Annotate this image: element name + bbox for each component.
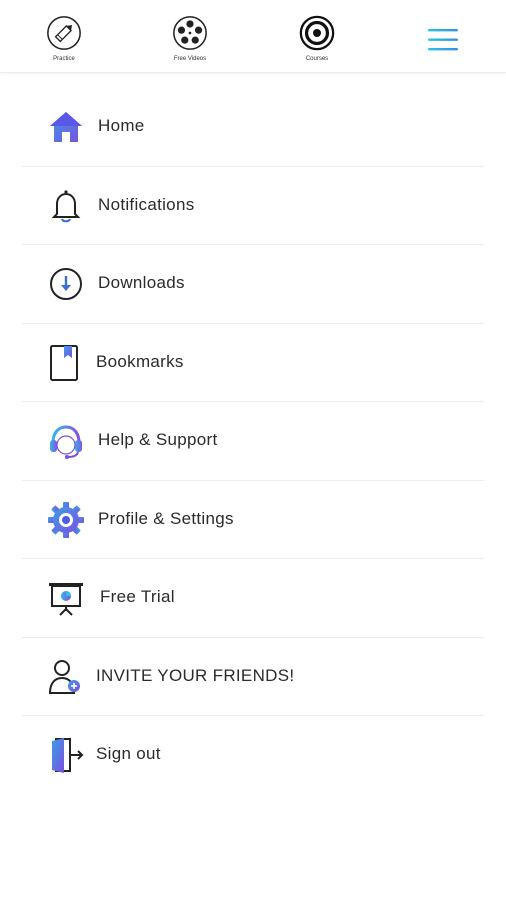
menu-item-label: INVITE YOUR FRIENDS! [96, 665, 295, 685]
menu-item-label: Downloads [98, 273, 185, 292]
menu-item-invite-friends[interactable]: INVITE YOUR FRIENDS! [0, 638, 506, 716]
menu-item-free-trial[interactable]: Free Trial [0, 559, 506, 638]
menu-item-label: Free Trial [100, 587, 175, 606]
hamburger-menu-icon[interactable] [424, 26, 462, 54]
bell-icon [51, 189, 81, 222]
tab-free-videos[interactable]: Free Videos [150, 14, 230, 63]
home-icon [50, 112, 82, 142]
menu-item-label: Help & Support [98, 430, 218, 449]
headset-icon [50, 425, 82, 459]
menu-item-label: Sign out [96, 744, 161, 763]
tab-practice[interactable]: Practice [24, 14, 104, 63]
sign-out-icon [52, 738, 84, 773]
gear-icon [48, 501, 84, 538]
target-icon [299, 15, 335, 51]
menu-item-label: Bookmarks [96, 351, 184, 371]
menu-item-notifications[interactable]: Notifications [0, 167, 506, 245]
tab-practice-label: Practice [53, 56, 75, 62]
bookmark-icon [50, 344, 78, 381]
tab-courses-label: Courses [305, 56, 329, 62]
menu-item-sign-out[interactable]: Sign out [0, 716, 506, 795]
menu-item-help-support[interactable]: Help & Support [0, 402, 506, 481]
top-navigation-bar: Practice Free Videos Courses [0, 0, 506, 73]
menu-item-label: Home [98, 116, 145, 135]
tab-free-videos-label: Free Videos [173, 56, 207, 62]
add-user-icon [48, 659, 80, 694]
menu-item-home[interactable]: Home [0, 88, 506, 167]
film-reel-icon [173, 16, 207, 50]
download-icon [50, 268, 82, 300]
menu-item-downloads[interactable]: Downloads [0, 245, 506, 324]
tab-courses[interactable]: Courses [277, 14, 357, 63]
presentation-board-icon [49, 583, 83, 616]
menu-item-label: Notifications [98, 194, 195, 214]
menu-item-profile-settings[interactable]: Profile & Settings [0, 481, 506, 559]
menu-item-bookmarks[interactable]: Bookmarks [0, 324, 506, 402]
side-menu: Home Notifications Downloads Bookmarks H… [0, 88, 506, 795]
menu-item-label: Profile & Settings [98, 508, 234, 528]
pencil-icon [47, 16, 81, 50]
